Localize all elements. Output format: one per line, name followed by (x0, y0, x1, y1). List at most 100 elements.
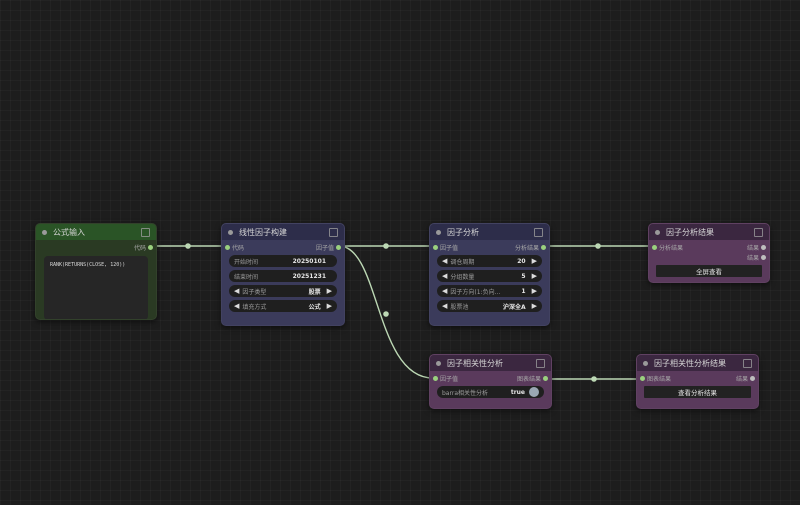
arrow-left-icon[interactable]: ◀ (442, 272, 447, 280)
end-date-field[interactable]: 结束时间 20251231 (229, 270, 337, 282)
wire-linear-to-corr (338, 245, 434, 379)
node-header[interactable]: 因子分析 (430, 224, 549, 240)
output-port[interactable] (761, 255, 766, 260)
arrow-right-icon[interactable]: ▶ (327, 302, 332, 310)
widget-value: 1 (521, 287, 526, 295)
wire-midpoint (383, 311, 389, 317)
output-port[interactable] (336, 245, 341, 250)
collapse-dot-icon[interactable] (436, 229, 441, 235)
rebalance-period-stepper[interactable]: ◀ 调仓周期 20 ▶ (437, 255, 542, 267)
node-header[interactable]: 线性因子构建 (222, 224, 344, 240)
widget-label: 因子方向(1:负向... (450, 288, 501, 296)
wire-midpoint (185, 243, 191, 249)
widget-value: 20250101 (292, 257, 326, 265)
collapse-dot-icon[interactable] (228, 229, 233, 235)
widget-value: 20251231 (292, 272, 326, 280)
arrow-left-icon[interactable]: ◀ (442, 257, 447, 265)
widget-label: 开始时间 (234, 258, 259, 266)
node-correlation-analysis[interactable]: 因子相关性分析 因子值 图表结果 barra相关性分析 true (429, 354, 552, 409)
widget-label: barra相关性分析 (442, 389, 488, 397)
collapse-dot-icon[interactable] (643, 360, 648, 366)
node-header[interactable]: 公式输入 (36, 224, 156, 240)
wire-midpoint (383, 243, 389, 249)
widget-value: 5 (521, 272, 526, 280)
node-corner-icon[interactable] (536, 358, 545, 368)
fill-method-combo[interactable]: ◀ 填充方式 公式 ▶ (229, 300, 337, 312)
node-title: 线性因子构建 (239, 227, 287, 237)
wire-midpoint (591, 376, 597, 382)
fullscreen-view-button[interactable]: 全屏查看 (656, 265, 762, 277)
arrow-left-icon[interactable]: ◀ (234, 302, 239, 310)
barra-toggle[interactable]: barra相关性分析 true (437, 386, 544, 398)
output-port[interactable] (761, 245, 766, 250)
input-label: 因子值 (440, 245, 459, 252)
toggle-value: true (510, 388, 525, 396)
output-label: 结果 (746, 245, 759, 252)
node-formula-input[interactable]: 公式输入 代码 RANK(RETURNS(CLOSE, 120)) (35, 223, 157, 320)
node-title: 公式输入 (53, 227, 85, 237)
widget-label: 因子类型 (242, 288, 267, 296)
node-header[interactable]: 因子分析结果 (649, 224, 769, 240)
view-analysis-button[interactable]: 查看分析结果 (644, 386, 751, 398)
node-header[interactable]: 因子相关性分析 (430, 355, 551, 371)
input-port[interactable] (433, 376, 438, 381)
node-correlation-result[interactable]: 因子相关性分析结果 图表结果 结果 查看分析结果 (636, 354, 759, 409)
output-label: 因子值 (315, 245, 334, 252)
widget-label: 调仓周期 (450, 258, 475, 266)
node-corner-icon[interactable] (141, 227, 150, 237)
output-port[interactable] (543, 376, 548, 381)
collapse-dot-icon[interactable] (655, 229, 660, 235)
node-header[interactable]: 因子相关性分析结果 (637, 355, 758, 371)
widget-value: 股票 (308, 288, 321, 296)
factor-type-combo[interactable]: ◀ 因子类型 股票 ▶ (229, 285, 337, 297)
input-label: 图表结果 (647, 376, 672, 383)
node-corner-icon[interactable] (329, 227, 338, 237)
output-port[interactable] (148, 245, 153, 250)
arrow-right-icon[interactable]: ▶ (532, 287, 537, 295)
input-port[interactable] (640, 376, 645, 381)
input-label: 分析结果 (659, 245, 684, 252)
input-label: 代码 (232, 245, 245, 252)
arrow-left-icon[interactable]: ◀ (442, 287, 447, 295)
input-port[interactable] (433, 245, 438, 250)
arrow-left-icon[interactable]: ◀ (234, 287, 239, 295)
formula-textarea[interactable]: RANK(RETURNS(CLOSE, 120)) (44, 256, 148, 319)
widget-label: 填充方式 (242, 303, 267, 311)
arrow-right-icon[interactable]: ▶ (532, 302, 537, 310)
node-title: 因子相关性分析结果 (654, 358, 726, 368)
factor-direction-stepper[interactable]: ◀ 因子方向(1:负向... 1 ▶ (437, 285, 542, 297)
widget-label: 结束时间 (234, 273, 259, 281)
node-title: 因子相关性分析 (447, 358, 503, 368)
node-corner-icon[interactable] (743, 358, 752, 368)
node-factor-result[interactable]: 因子分析结果 分析结果 结果 结果 全屏查看 (648, 223, 770, 283)
start-date-field[interactable]: 开始时间 20250101 (229, 255, 337, 267)
toggle-knob[interactable] (529, 387, 539, 397)
node-corner-icon[interactable] (754, 227, 763, 237)
collapse-dot-icon[interactable] (42, 229, 47, 235)
node-linear-factor[interactable]: 线性因子构建 代码 因子值 开始时间 20250101 结束时间 2025123… (221, 223, 345, 326)
node-factor-analysis[interactable]: 因子分析 因子值 分析结果 ◀ 调仓周期 20 ▶ ◀ 分组数量 5 ▶ ◀ 因… (429, 223, 550, 326)
group-count-stepper[interactable]: ◀ 分组数量 5 ▶ (437, 270, 542, 282)
output-label: 分析结果 (514, 245, 539, 252)
output-label: 结果 (746, 255, 759, 262)
output-label: 结果 (735, 376, 748, 383)
input-port[interactable] (652, 245, 657, 250)
output-label: 图表结果 (516, 376, 541, 383)
arrow-right-icon[interactable]: ▶ (327, 287, 332, 295)
input-port[interactable] (225, 245, 230, 250)
output-label: 代码 (133, 245, 146, 252)
output-port[interactable] (750, 376, 755, 381)
arrow-right-icon[interactable]: ▶ (532, 272, 537, 280)
arrow-left-icon[interactable]: ◀ (442, 302, 447, 310)
collapse-dot-icon[interactable] (436, 360, 441, 366)
wire-midpoint (595, 243, 601, 249)
input-label: 因子值 (440, 376, 459, 383)
widget-value: 沪深全A (502, 303, 526, 311)
widget-value: 20 (517, 257, 526, 265)
stock-pool-combo[interactable]: ◀ 股票池 沪深全A ▶ (437, 300, 542, 312)
widget-label: 分组数量 (450, 273, 475, 281)
node-corner-icon[interactable] (534, 227, 543, 237)
output-port[interactable] (541, 245, 546, 250)
arrow-right-icon[interactable]: ▶ (532, 257, 537, 265)
node-title: 因子分析结果 (666, 227, 714, 237)
